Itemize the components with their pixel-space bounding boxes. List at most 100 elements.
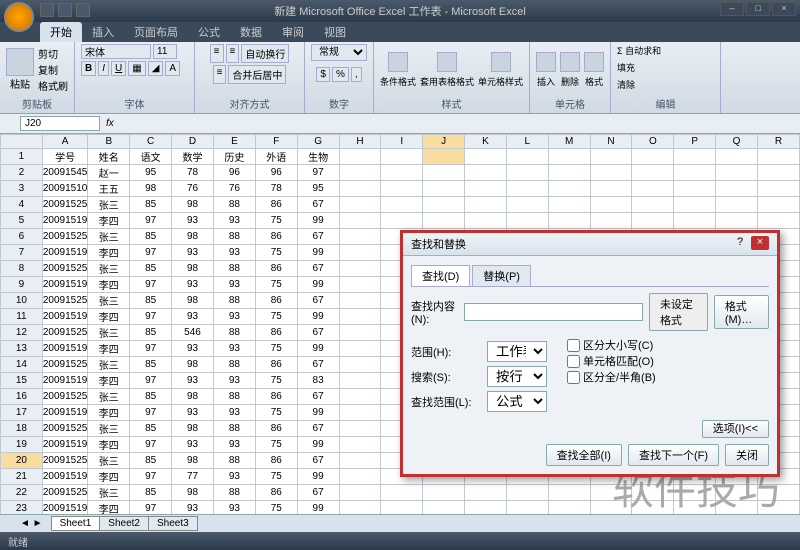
cell[interactable]: 李四	[88, 501, 130, 515]
cell[interactable]: 88	[213, 485, 255, 501]
cell[interactable]	[423, 197, 465, 213]
cell[interactable]: 93	[172, 277, 214, 293]
cell[interactable]: 20091519	[42, 405, 88, 421]
cell[interactable]	[506, 485, 548, 501]
row-header[interactable]: 22	[1, 485, 43, 501]
cell[interactable]: 20091525	[42, 229, 88, 245]
minimize-button[interactable]: –	[720, 2, 744, 16]
cell[interactable]: 67	[297, 261, 339, 277]
cell[interactable]	[590, 181, 632, 197]
cell[interactable]: 99	[297, 309, 339, 325]
cell[interactable]: 85	[130, 197, 172, 213]
currency-icon[interactable]: $	[316, 67, 330, 82]
cell[interactable]	[632, 149, 674, 165]
cell[interactable]: 姓名	[88, 149, 130, 165]
copy-button[interactable]: 复制	[38, 62, 68, 77]
cell[interactable]	[423, 181, 465, 197]
cell[interactable]: 75	[255, 469, 297, 485]
cell[interactable]: 98	[172, 453, 214, 469]
cell[interactable]: 20091525	[42, 357, 88, 373]
cell[interactable]: 85	[130, 229, 172, 245]
cell[interactable]: 85	[130, 325, 172, 341]
cell[interactable]: 546	[172, 325, 214, 341]
cell[interactable]: 78	[255, 181, 297, 197]
cell[interactable]: 93	[213, 213, 255, 229]
tab-data[interactable]: 数据	[230, 22, 272, 42]
cell[interactable]: 93	[213, 437, 255, 453]
italic-button[interactable]: I	[98, 61, 109, 76]
cell[interactable]	[339, 149, 381, 165]
cell[interactable]	[339, 197, 381, 213]
cell[interactable]: 生物	[297, 149, 339, 165]
office-button[interactable]	[4, 2, 34, 32]
cell[interactable]: 20091519	[42, 437, 88, 453]
cell[interactable]: 张三	[88, 485, 130, 501]
cell[interactable]	[674, 181, 716, 197]
bold-button[interactable]: B	[81, 61, 96, 76]
row-header[interactable]: 21	[1, 469, 43, 485]
row-header[interactable]: 7	[1, 245, 43, 261]
cell[interactable]: 86	[255, 357, 297, 373]
cell[interactable]	[757, 149, 799, 165]
cell[interactable]: 88	[213, 421, 255, 437]
save-icon[interactable]	[40, 3, 54, 17]
cell[interactable]	[339, 341, 381, 357]
cell[interactable]: 88	[213, 261, 255, 277]
cell[interactable]: 88	[213, 229, 255, 245]
tab-view[interactable]: 视图	[314, 22, 356, 42]
cell[interactable]: 75	[255, 277, 297, 293]
cell[interactable]: 93	[172, 213, 214, 229]
cell[interactable]	[548, 197, 590, 213]
cell[interactable]: 98	[172, 357, 214, 373]
find-next-button[interactable]: 查找下一个(F)	[628, 444, 719, 466]
cell[interactable]: 张三	[88, 229, 130, 245]
cell[interactable]: 86	[255, 389, 297, 405]
cell[interactable]	[590, 213, 632, 229]
cell[interactable]: 赵一	[88, 165, 130, 181]
number-format[interactable]: 常规	[311, 44, 367, 61]
cell[interactable]: 85	[130, 453, 172, 469]
cell[interactable]	[674, 197, 716, 213]
cell[interactable]	[465, 213, 507, 229]
cell[interactable]: 98	[172, 485, 214, 501]
cell[interactable]: 98	[130, 181, 172, 197]
col-header[interactable]: G	[297, 135, 339, 149]
match-width-check[interactable]	[567, 371, 580, 384]
cell[interactable]: 李四	[88, 309, 130, 325]
cell[interactable]: 学号	[42, 149, 88, 165]
cell[interactable]: 李四	[88, 245, 130, 261]
cell[interactable]	[548, 149, 590, 165]
cond-format-icon[interactable]	[388, 52, 408, 72]
cell[interactable]: 98	[172, 421, 214, 437]
cell[interactable]	[506, 165, 548, 181]
cell[interactable]: 75	[255, 341, 297, 357]
cell[interactable]: 67	[297, 453, 339, 469]
autosum-button[interactable]: Σ 自动求和	[617, 44, 661, 57]
cell[interactable]: 20091519	[42, 309, 88, 325]
cell[interactable]: 99	[297, 437, 339, 453]
tab-formulas[interactable]: 公式	[188, 22, 230, 42]
cell[interactable]	[632, 181, 674, 197]
cell[interactable]: 97	[130, 405, 172, 421]
cell[interactable]: 王五	[88, 181, 130, 197]
cell[interactable]: 20091519	[42, 245, 88, 261]
dialog-close-icon[interactable]: ×	[751, 236, 769, 250]
cell[interactable]: 张三	[88, 197, 130, 213]
align-mid-icon[interactable]: ≡	[226, 44, 240, 63]
cell[interactable]	[590, 149, 632, 165]
cell[interactable]: 97	[130, 309, 172, 325]
cell[interactable]: 77	[172, 469, 214, 485]
col-header[interactable]: F	[255, 135, 297, 149]
cell[interactable]	[381, 149, 423, 165]
cell[interactable]	[716, 149, 758, 165]
dialog-help-icon[interactable]: ?	[731, 236, 749, 250]
row-header[interactable]: 11	[1, 309, 43, 325]
cell[interactable]: 93	[213, 341, 255, 357]
cell[interactable]: 李四	[88, 373, 130, 389]
cell[interactable]	[716, 213, 758, 229]
cell[interactable]	[757, 181, 799, 197]
row-header[interactable]: 10	[1, 293, 43, 309]
cell[interactable]	[423, 501, 465, 515]
cell[interactable]	[632, 485, 674, 501]
cell[interactable]: 李四	[88, 469, 130, 485]
